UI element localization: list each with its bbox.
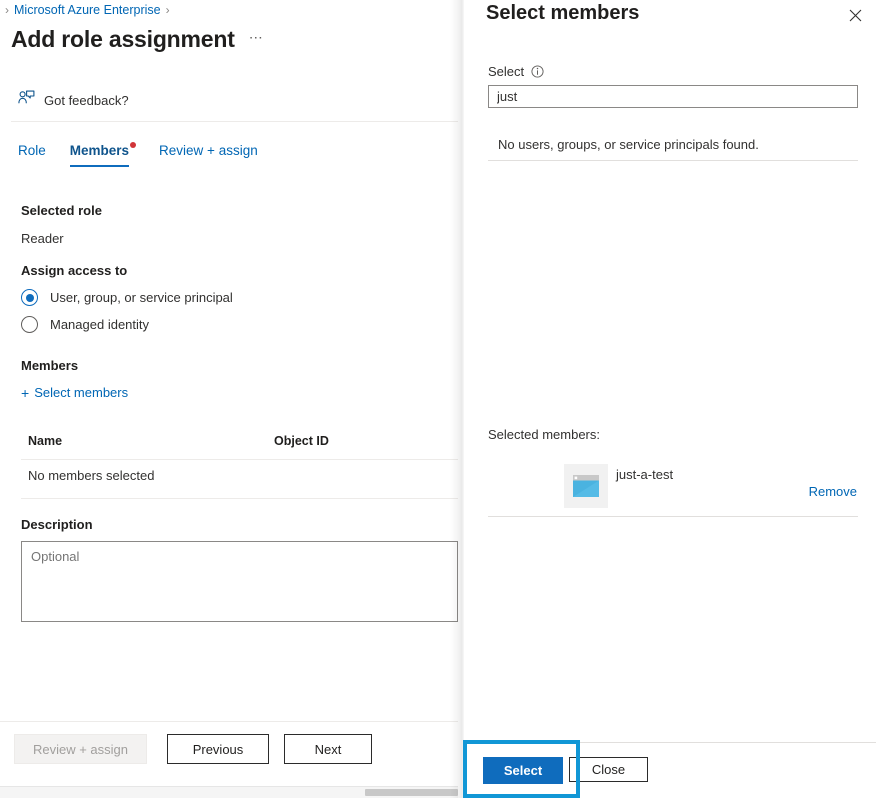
azure-portal-screen: › Microsoft Azure Enterprise › Add role … [0,0,876,798]
assign-access-to-label: Assign access to [21,263,128,278]
avatar [564,464,608,508]
select-members-panel: Select members Select No users, groups, … [464,0,876,798]
radio-user-group-service-principal[interactable]: User, group, or service principal [21,289,233,306]
selected-member-divider [488,516,858,517]
breadcrumb-trailing-chevron-icon: › [165,3,170,17]
column-header-name: Name [28,434,63,448]
selected-member-list-item: just-a-test Remove [488,460,858,516]
members-grid-bottom-rule [21,498,458,499]
breadcrumb: › Microsoft Azure Enterprise › [0,0,175,20]
radio-unselected-icon [21,316,38,333]
radio-managed-identity[interactable]: Managed identity [21,316,149,333]
radio-user-group-service-principal-label: User, group, or service principal [50,290,233,305]
members-grid-top-rule [21,459,458,460]
wizard-tabs: Role Members Review + assign [18,142,288,167]
close-button[interactable]: Close [569,757,648,782]
column-header-object-id: Object ID [274,434,329,448]
members-grid-empty-row: No members selected [28,468,155,483]
tab-role-label: Role [18,143,46,158]
radio-selected-icon [21,289,38,306]
results-divider [488,160,858,161]
breadcrumb-link-microsoft-azure-enterprise[interactable]: Microsoft Azure Enterprise [14,3,161,17]
remove-member-link[interactable]: Remove [809,484,857,499]
review-and-assign-button[interactable]: Review + assign [14,734,147,764]
tab-members-label: Members [69,143,130,158]
panel-title: Select members [486,2,640,24]
page-title: Add role assignment [11,26,235,52]
blade-header: Add role assignment ⋯ [11,26,264,53]
selected-member-name: just-a-test [616,467,674,482]
members-grid-header: Name Object ID [0,434,458,458]
previous-button[interactable]: Previous [167,734,269,764]
select-members-link-label: Select members [34,385,129,400]
tab-members-alert-dot-icon [130,142,137,148]
selected-role-label: Selected role [21,203,102,218]
plus-icon: + [21,384,30,401]
members-section-label: Members [21,358,79,373]
radio-managed-identity-label: Managed identity [50,317,150,332]
selected-members-label: Selected members: [488,427,600,442]
tab-role[interactable]: Role [18,143,56,167]
app-window-icon [573,475,599,497]
got-feedback-button[interactable]: Got feedback? [18,90,129,111]
no-results-message: No users, groups, or service principals … [498,137,759,152]
select-members-link[interactable]: + Select members [21,385,128,400]
tab-review-assign[interactable]: Review + assign [159,143,274,167]
close-icon[interactable] [842,2,868,28]
feedback-person-icon [18,90,35,111]
command-bar-divider [11,121,458,122]
next-button[interactable]: Next [284,734,372,764]
info-icon[interactable] [531,65,544,78]
more-options-icon[interactable]: ⋯ [249,30,265,50]
select-members-search-input[interactable] [488,85,858,108]
select-field-label: Select [488,64,525,79]
description-label: Description [21,517,93,532]
breadcrumb-leading-chevron-icon: › [5,3,9,17]
tab-members[interactable]: Members [69,142,145,167]
tab-review-assign-label: Review + assign [159,143,258,158]
description-textarea[interactable] [21,541,458,622]
selected-role-value: Reader [21,231,64,246]
horizontal-scrollbar-thumb[interactable] [365,789,458,796]
select-button[interactable]: Select [483,757,563,784]
select-field-label-row: Select [488,64,544,79]
add-role-assignment-blade: › Microsoft Azure Enterprise › Add role … [0,0,458,798]
close-x-icon [849,9,861,21]
got-feedback-label: Got feedback? [44,93,129,108]
